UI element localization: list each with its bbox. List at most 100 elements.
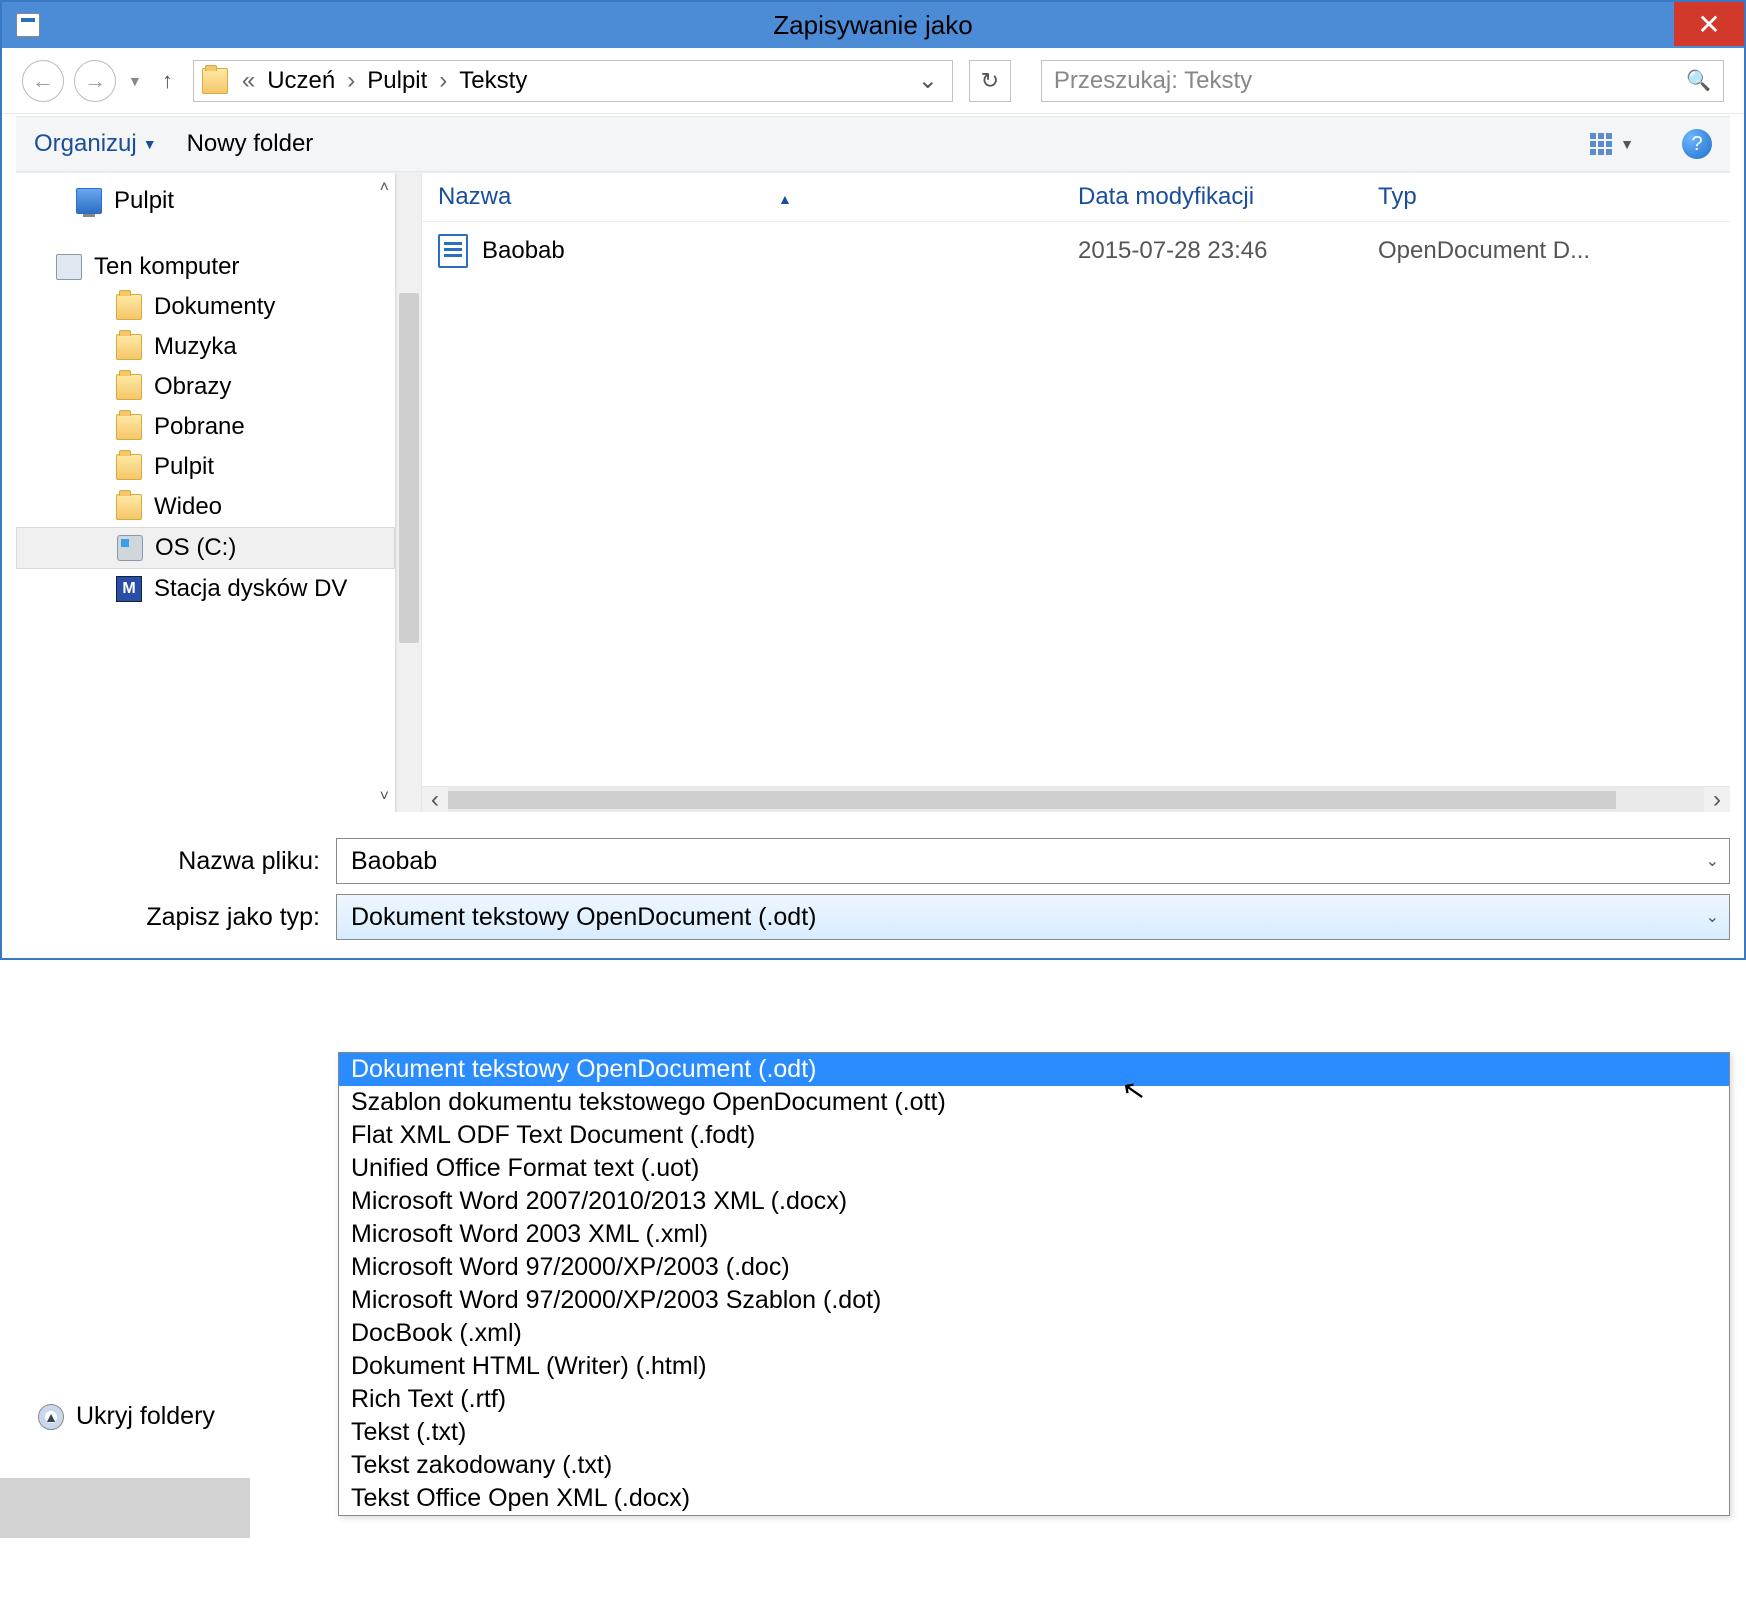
breadcrumb[interactable]: « Uczeń › Pulpit › Teksty ⌄: [193, 60, 953, 102]
chevron-down-icon[interactable]: ⌄: [1706, 851, 1719, 871]
folder-icon: [116, 494, 142, 520]
filename-value: Baobab: [351, 847, 437, 876]
filetype-option[interactable]: Szablon dokumentu tekstowego OpenDocumen…: [339, 1086, 1729, 1119]
col-header-type[interactable]: Typ: [1378, 183, 1730, 211]
toolbar: Organizuj ▼ Nowy folder ▼ ?: [16, 116, 1730, 172]
file-type: OpenDocument D...: [1378, 237, 1730, 265]
app-icon: [16, 13, 40, 37]
folder-icon: [116, 454, 142, 480]
filename-label: Nazwa pliku:: [16, 847, 336, 876]
scrollbar-thumb[interactable]: [448, 791, 1616, 809]
chevron-down-icon[interactable]: ⌄: [1706, 907, 1719, 927]
sidebar-item-desktop[interactable]: Pulpit: [16, 181, 395, 221]
help-button[interactable]: ?: [1682, 129, 1712, 159]
sidebar-item-desktop-2[interactable]: Pulpit: [16, 447, 395, 487]
folder-icon: [116, 374, 142, 400]
hide-folders-label: Ukryj foldery: [76, 1402, 215, 1431]
body-area: ˄ Pulpit Ten komputer Dokumenty Muzyka O…: [16, 172, 1730, 812]
filename-row: Nazwa pliku: Baobab ⌄: [16, 838, 1730, 884]
sidebar-label: Wideo: [154, 493, 222, 521]
nav-back-button[interactable]: ←: [22, 60, 64, 102]
sidebar-label: Ten komputer: [94, 253, 239, 281]
filetype-option[interactable]: Unified Office Format text (.uot): [339, 1152, 1729, 1185]
col-header-date[interactable]: Data modyfikacji: [1078, 183, 1378, 211]
scrollbar-track[interactable]: [448, 787, 1704, 812]
filetype-option[interactable]: Microsoft Word 2003 XML (.xml): [339, 1218, 1729, 1251]
horizontal-scrollbar[interactable]: ‹ ›: [422, 786, 1730, 812]
folder-icon: [202, 68, 228, 94]
grid-icon: [1590, 133, 1612, 155]
scroll-down-button[interactable]: ˅: [380, 788, 389, 806]
titlebar: Zapisywanie jako ✕: [2, 2, 1744, 48]
nav-history-dropdown[interactable]: ▼: [128, 73, 142, 89]
folder-icon: [116, 414, 142, 440]
filetype-option[interactable]: Dokument tekstowy OpenDocument (.odt): [339, 1053, 1729, 1086]
filetype-option[interactable]: Tekst (.txt): [339, 1416, 1729, 1449]
close-button[interactable]: ✕: [1674, 2, 1744, 46]
sidebar-item-pictures[interactable]: Obrazy: [16, 367, 395, 407]
sidebar-item-os-drive[interactable]: OS (C:): [16, 527, 395, 569]
dvd-icon: M: [116, 576, 142, 602]
search-input[interactable]: Przeszukaj: Teksty 🔍: [1041, 60, 1724, 102]
view-mode-button[interactable]: ▼: [1590, 133, 1634, 155]
breadcrumb-seg-1[interactable]: Uczeń: [263, 67, 339, 95]
sidebar-label: Dokumenty: [154, 293, 275, 321]
scroll-left-icon[interactable]: ‹: [422, 786, 448, 814]
search-placeholder: Przeszukaj: Teksty: [1054, 67, 1252, 95]
breadcrumb-prefix: «: [234, 67, 263, 95]
filetype-select[interactable]: Dokument tekstowy OpenDocument (.odt) ⌄: [336, 894, 1730, 940]
breadcrumb-seg-2[interactable]: Pulpit: [363, 67, 431, 95]
sort-asc-icon: ▲: [778, 191, 792, 207]
breadcrumb-dropdown[interactable]: ⌄: [912, 66, 944, 95]
nav-up-button[interactable]: ↑: [152, 68, 183, 94]
filetype-option[interactable]: Dokument HTML (Writer) (.html): [339, 1350, 1729, 1383]
collapse-icon: ▲: [38, 1404, 64, 1430]
window-title: Zapisywanie jako: [773, 10, 972, 41]
breadcrumb-seg-3[interactable]: Teksty: [455, 67, 531, 95]
nav-forward-button[interactable]: →: [74, 60, 116, 102]
new-folder-button[interactable]: Nowy folder: [187, 130, 314, 158]
scroll-right-icon[interactable]: ›: [1704, 786, 1730, 814]
scroll-up-button[interactable]: ˄: [380, 179, 389, 197]
organize-button[interactable]: Organizuj ▼: [34, 130, 157, 158]
col-header-name[interactable]: Nazwa ▲: [438, 183, 1078, 211]
hide-folders-button[interactable]: ▲ Ukryj foldery: [38, 1402, 215, 1431]
chevron-down-icon: ▼: [1620, 136, 1634, 152]
vertical-scrollbar[interactable]: [396, 173, 422, 812]
filetype-option[interactable]: Microsoft Word 2007/2010/2013 XML (.docx…: [339, 1185, 1729, 1218]
sidebar-item-this-pc[interactable]: Ten komputer: [16, 247, 395, 287]
filetype-option[interactable]: Tekst zakodowany (.txt): [339, 1449, 1729, 1482]
folder-icon: [116, 334, 142, 360]
sidebar-label: Obrazy: [154, 373, 231, 401]
sidebar-item-music[interactable]: Muzyka: [16, 327, 395, 367]
filetype-option[interactable]: DocBook (.xml): [339, 1317, 1729, 1350]
file-date: 2015-07-28 23:46: [1078, 237, 1378, 265]
chevron-right-icon: ›: [431, 67, 455, 95]
sidebar: ˄ Pulpit Ten komputer Dokumenty Muzyka O…: [16, 173, 396, 812]
sidebar-label: Pobrane: [154, 413, 245, 441]
file-list-header: Nazwa ▲ Data modyfikacji Typ: [396, 173, 1730, 222]
file-name: Baobab: [482, 237, 565, 265]
filetype-option[interactable]: Microsoft Word 97/2000/XP/2003 (.doc): [339, 1251, 1729, 1284]
sidebar-label: Pulpit: [114, 187, 174, 215]
filetype-dropdown[interactable]: Dokument tekstowy OpenDocument (.odt) Sz…: [338, 1052, 1730, 1516]
chevron-down-icon: ▼: [143, 136, 157, 152]
sidebar-item-downloads[interactable]: Pobrane: [16, 407, 395, 447]
sidebar-label: Muzyka: [154, 333, 237, 361]
background-stripe: [0, 1478, 250, 1538]
filetype-option[interactable]: Tekst Office Open XML (.docx): [339, 1482, 1729, 1515]
refresh-button[interactable]: ↻: [969, 60, 1011, 102]
filetype-option[interactable]: Rich Text (.rtf): [339, 1383, 1729, 1416]
file-row[interactable]: Baobab 2015-07-28 23:46 OpenDocument D..…: [396, 222, 1730, 280]
filetype-option[interactable]: Microsoft Word 97/2000/XP/2003 Szablon (…: [339, 1284, 1729, 1317]
filetype-value: Dokument tekstowy OpenDocument (.odt): [351, 903, 816, 932]
sidebar-item-videos[interactable]: Wideo: [16, 487, 395, 527]
sidebar-label: OS (C:): [155, 534, 236, 562]
scrollbar-thumb[interactable]: [399, 293, 419, 643]
folder-icon: [116, 294, 142, 320]
filename-input[interactable]: Baobab ⌄: [336, 838, 1730, 884]
sidebar-item-dvd[interactable]: M Stacja dysków DV: [16, 569, 395, 609]
sidebar-item-documents[interactable]: Dokumenty: [16, 287, 395, 327]
desktop-icon: [76, 188, 102, 214]
filetype-option[interactable]: Flat XML ODF Text Document (.fodt): [339, 1119, 1729, 1152]
